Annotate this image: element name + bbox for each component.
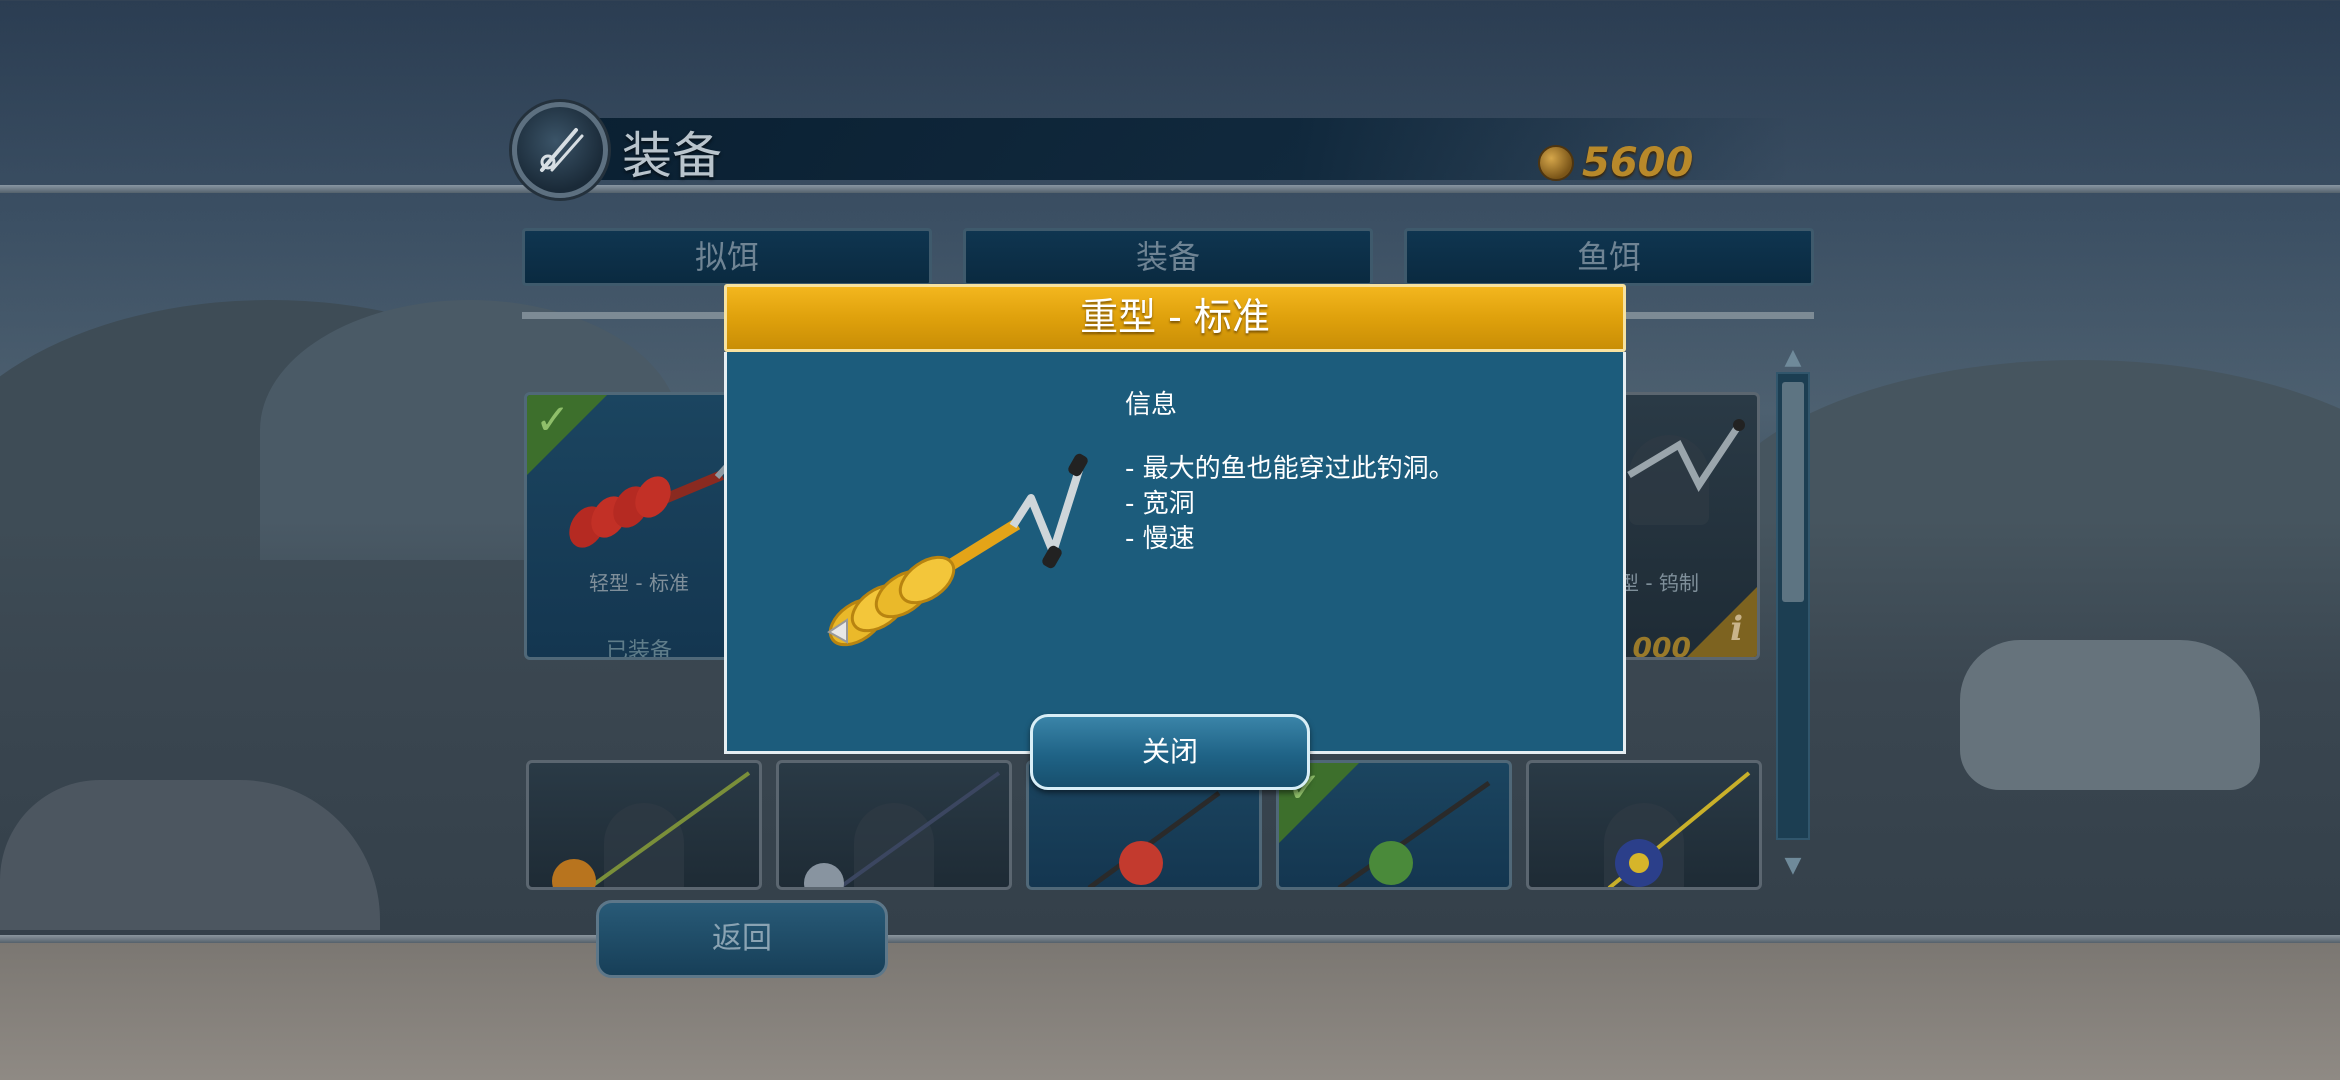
coin-icon (1538, 145, 1574, 181)
item-card-rod-1[interactable] (526, 760, 762, 890)
tab-equipment[interactable]: 装备 (963, 228, 1373, 286)
back-button[interactable]: 返回 (596, 900, 888, 978)
coin-amount: 5600 (1582, 140, 1694, 186)
item-price: 000 (1632, 631, 1691, 660)
info-line: - 宽洞 (1125, 489, 1195, 519)
info-line: - 慢速 (1125, 524, 1195, 554)
tab-lures[interactable]: 拟饵 (522, 228, 932, 286)
red-auger-icon (569, 449, 750, 548)
fishing-rod-icon (552, 771, 751, 887)
scroll-up-icon[interactable]: ▲ (1778, 346, 1808, 370)
header-divider (0, 185, 2340, 193)
coin-balance: 5600 (1538, 140, 1693, 186)
info-line: - 最大的鱼也能穿过此钓洞。 (1125, 454, 1455, 484)
item-status: 已装备 (605, 639, 672, 660)
item-card-rod-2[interactable] (776, 760, 1012, 890)
close-button[interactable]: 关闭 (1030, 714, 1310, 790)
fishing-rod-icon (1337, 780, 1491, 887)
fishing-rod-icon (804, 771, 1001, 887)
footer-divider (0, 935, 2340, 943)
info-description: - 最大的鱼也能穿过此钓洞。 - 宽洞 - 慢速 (1125, 452, 1455, 557)
info-heading: 信息 (1125, 390, 1178, 420)
info-icon[interactable]: i (1730, 609, 1743, 649)
item-card-rod-5[interactable] (1526, 760, 1762, 890)
item-name: 轻型 - 标准 (589, 571, 689, 595)
fishing-gear-icon (512, 102, 608, 198)
tab-bait[interactable]: 鱼饵 (1404, 228, 1814, 286)
page-title: 装备 (622, 127, 722, 185)
scrollbar-thumb[interactable] (1782, 382, 1804, 602)
info-corner (1687, 587, 1757, 657)
item-card-rod-4[interactable]: ✓ (1276, 760, 1512, 890)
scroll-down-icon[interactable]: ▼ (1778, 854, 1808, 878)
auger-handle-icon (1627, 419, 1745, 492)
fishing-rod-icon (1607, 771, 1751, 887)
item-card-auger-light[interactable]: ✓ 轻型 - 标准 已装备 (524, 392, 754, 660)
ice-auger-icon (827, 453, 1088, 647)
modal-title: 重型 - 标准 (724, 284, 1626, 352)
